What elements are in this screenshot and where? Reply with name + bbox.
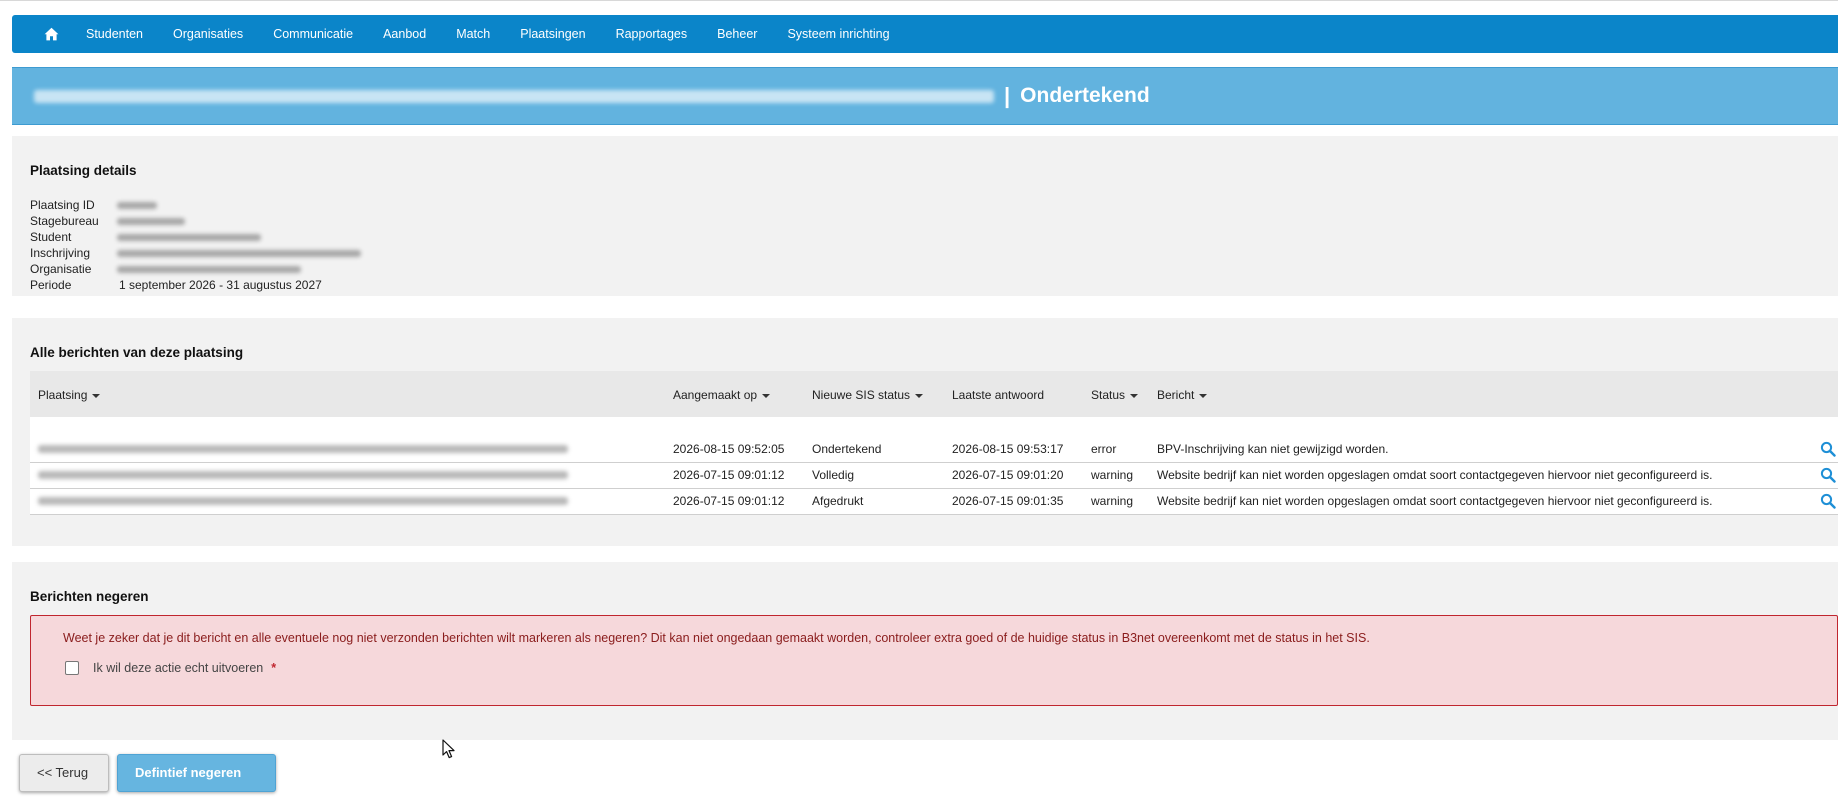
ignore-heading: Berichten negeren	[30, 589, 149, 604]
detail-label: Inschrijving	[30, 246, 91, 260]
redacted-value	[117, 266, 301, 273]
redacted-value	[117, 234, 261, 241]
messages-heading: Alle berichten van deze plaatsing	[30, 345, 244, 360]
caret-down-icon	[915, 393, 924, 398]
warning-text: Weet je zeker dat je dit bericht en alle…	[63, 631, 1370, 645]
cell-nieuwe-sis-status: Volledig	[812, 468, 855, 482]
messages-table-header: Plaatsing Aangemaakt op Nieuwe SIS statu…	[30, 371, 1838, 417]
detail-row-inschrijving: Inschrijving	[30, 245, 361, 261]
messages-panel: Alle berichten van deze plaatsing Plaats…	[12, 318, 1838, 546]
col-status[interactable]: Status	[1091, 388, 1139, 402]
redacted-placement	[38, 497, 568, 505]
placement-status-title: Ondertekend	[1020, 84, 1150, 107]
details-list: Plaatsing ID Stagebureau Student Inschri…	[30, 197, 361, 293]
detail-label: Periode	[30, 278, 72, 292]
col-bericht[interactable]: Bericht	[1157, 388, 1208, 402]
cell-laatste-antwoord: 2026-07-15 09:01:20	[952, 468, 1064, 482]
nav-beheer[interactable]: Beheer	[702, 15, 772, 53]
redacted-value	[117, 218, 185, 225]
nav-organisaties[interactable]: Organisaties	[158, 15, 258, 53]
details-heading: Plaatsing details	[30, 163, 137, 178]
magnifier-icon[interactable]	[1820, 467, 1836, 483]
cell-aangemaakt-op: 2026-07-15 09:01:12	[673, 494, 785, 508]
confirm-checkbox-label[interactable]: Ik wil deze actie echt uitvoeren *	[93, 661, 276, 675]
caret-down-icon	[92, 393, 101, 398]
required-marker: *	[271, 661, 277, 675]
ignore-definitively-button[interactable]: Defintief negeren	[117, 754, 276, 792]
periode-value: 1 september 2026 - 31 augustus 2027	[119, 278, 322, 292]
messages-table-body: 2026-08-15 09:52:05 Ondertekend 2026-08-…	[30, 417, 1838, 515]
cell-laatste-antwoord: 2026-08-15 09:53:17	[952, 442, 1064, 456]
title-separator: |	[1004, 83, 1011, 108]
back-button[interactable]: << Terug	[19, 754, 109, 792]
nav-communicatie[interactable]: Communicatie	[258, 15, 368, 53]
cell-laatste-antwoord: 2026-07-15 09:01:35	[952, 494, 1064, 508]
nav-systeem-inrichting[interactable]: Systeem inrichting	[772, 15, 904, 53]
col-laatste-antwoord[interactable]: Laatste antwoord	[952, 388, 1044, 402]
nav-studenten[interactable]: Studenten	[71, 15, 158, 53]
cell-aangemaakt-op: 2026-07-15 09:01:12	[673, 468, 785, 482]
nav-rapportages[interactable]: Rapportages	[601, 15, 703, 53]
detail-label: Organisatie	[30, 262, 92, 276]
redacted-placement-title	[34, 89, 994, 103]
cell-nieuwe-sis-status: Ondertekend	[812, 442, 882, 456]
table-row[interactable]: 2026-07-15 09:01:12 Volledig 2026-07-15 …	[30, 462, 1838, 489]
home-icon	[44, 27, 58, 41]
cell-aangemaakt-op: 2026-08-15 09:52:05	[673, 442, 785, 456]
detail-row-stagebureau: Stagebureau	[30, 213, 361, 229]
browser-top-edge	[0, 0, 1838, 5]
col-plaatsing[interactable]: Plaatsing	[38, 388, 101, 402]
caret-down-icon	[1130, 393, 1139, 398]
detail-label: Stagebureau	[30, 214, 99, 228]
details-panel: Plaatsing details Plaatsing ID Stagebure…	[12, 136, 1838, 296]
redacted-placement	[38, 445, 568, 453]
col-aangemaakt-op[interactable]: Aangemaakt op	[673, 388, 771, 402]
detail-row-periode: Periode 1 september 2026 - 31 augustus 2…	[30, 277, 361, 293]
magnifier-icon[interactable]	[1820, 441, 1836, 457]
detail-row-organisatie: Organisatie	[30, 261, 361, 277]
cell-bericht: Website bedrijf kan niet worden opgeslag…	[1157, 494, 1713, 508]
placement-title-banner: | Ondertekend	[12, 67, 1838, 125]
table-row[interactable]: 2026-07-15 09:01:12 Afgedrukt 2026-07-15…	[30, 488, 1838, 515]
detail-row-plaatsing-id: Plaatsing ID	[30, 197, 361, 213]
cell-status: warning	[1091, 468, 1134, 482]
cell-status: warning	[1091, 494, 1134, 508]
nav-plaatsingen[interactable]: Plaatsingen	[505, 15, 600, 53]
cell-bericht: BPV-Inschrijving kan niet gewijzigd word…	[1157, 442, 1389, 456]
mouse-cursor-icon	[442, 739, 455, 759]
cell-bericht: Website bedrijf kan niet worden opgeslag…	[1157, 468, 1713, 482]
nav-aanbod[interactable]: Aanbod	[368, 15, 441, 53]
redacted-value	[117, 250, 361, 257]
nav-home-button[interactable]	[31, 15, 71, 53]
detail-label: Plaatsing ID	[30, 198, 95, 212]
ignore-panel: Berichten negeren Weet je zeker dat je d…	[12, 562, 1838, 740]
confirm-checkbox[interactable]	[65, 661, 79, 675]
detail-row-student: Student	[30, 229, 361, 245]
cell-status: error	[1091, 442, 1117, 456]
caret-down-icon	[762, 393, 771, 398]
main-navbar: Studenten Organisaties Communicatie Aanb…	[12, 15, 1838, 53]
table-row[interactable]: 2026-08-15 09:52:05 Ondertekend 2026-08-…	[30, 436, 1838, 463]
cell-nieuwe-sis-status: Afgedrukt	[812, 494, 864, 508]
ignore-warning-alert: Weet je zeker dat je dit bericht en alle…	[30, 615, 1838, 706]
magnifier-icon[interactable]	[1820, 493, 1836, 509]
nav-match[interactable]: Match	[441, 15, 505, 53]
detail-label: Student	[30, 230, 72, 244]
caret-down-icon	[1199, 393, 1208, 398]
col-nieuwe-sis-status[interactable]: Nieuwe SIS status	[812, 388, 924, 402]
redacted-value	[117, 202, 157, 209]
redacted-placement	[38, 471, 568, 479]
